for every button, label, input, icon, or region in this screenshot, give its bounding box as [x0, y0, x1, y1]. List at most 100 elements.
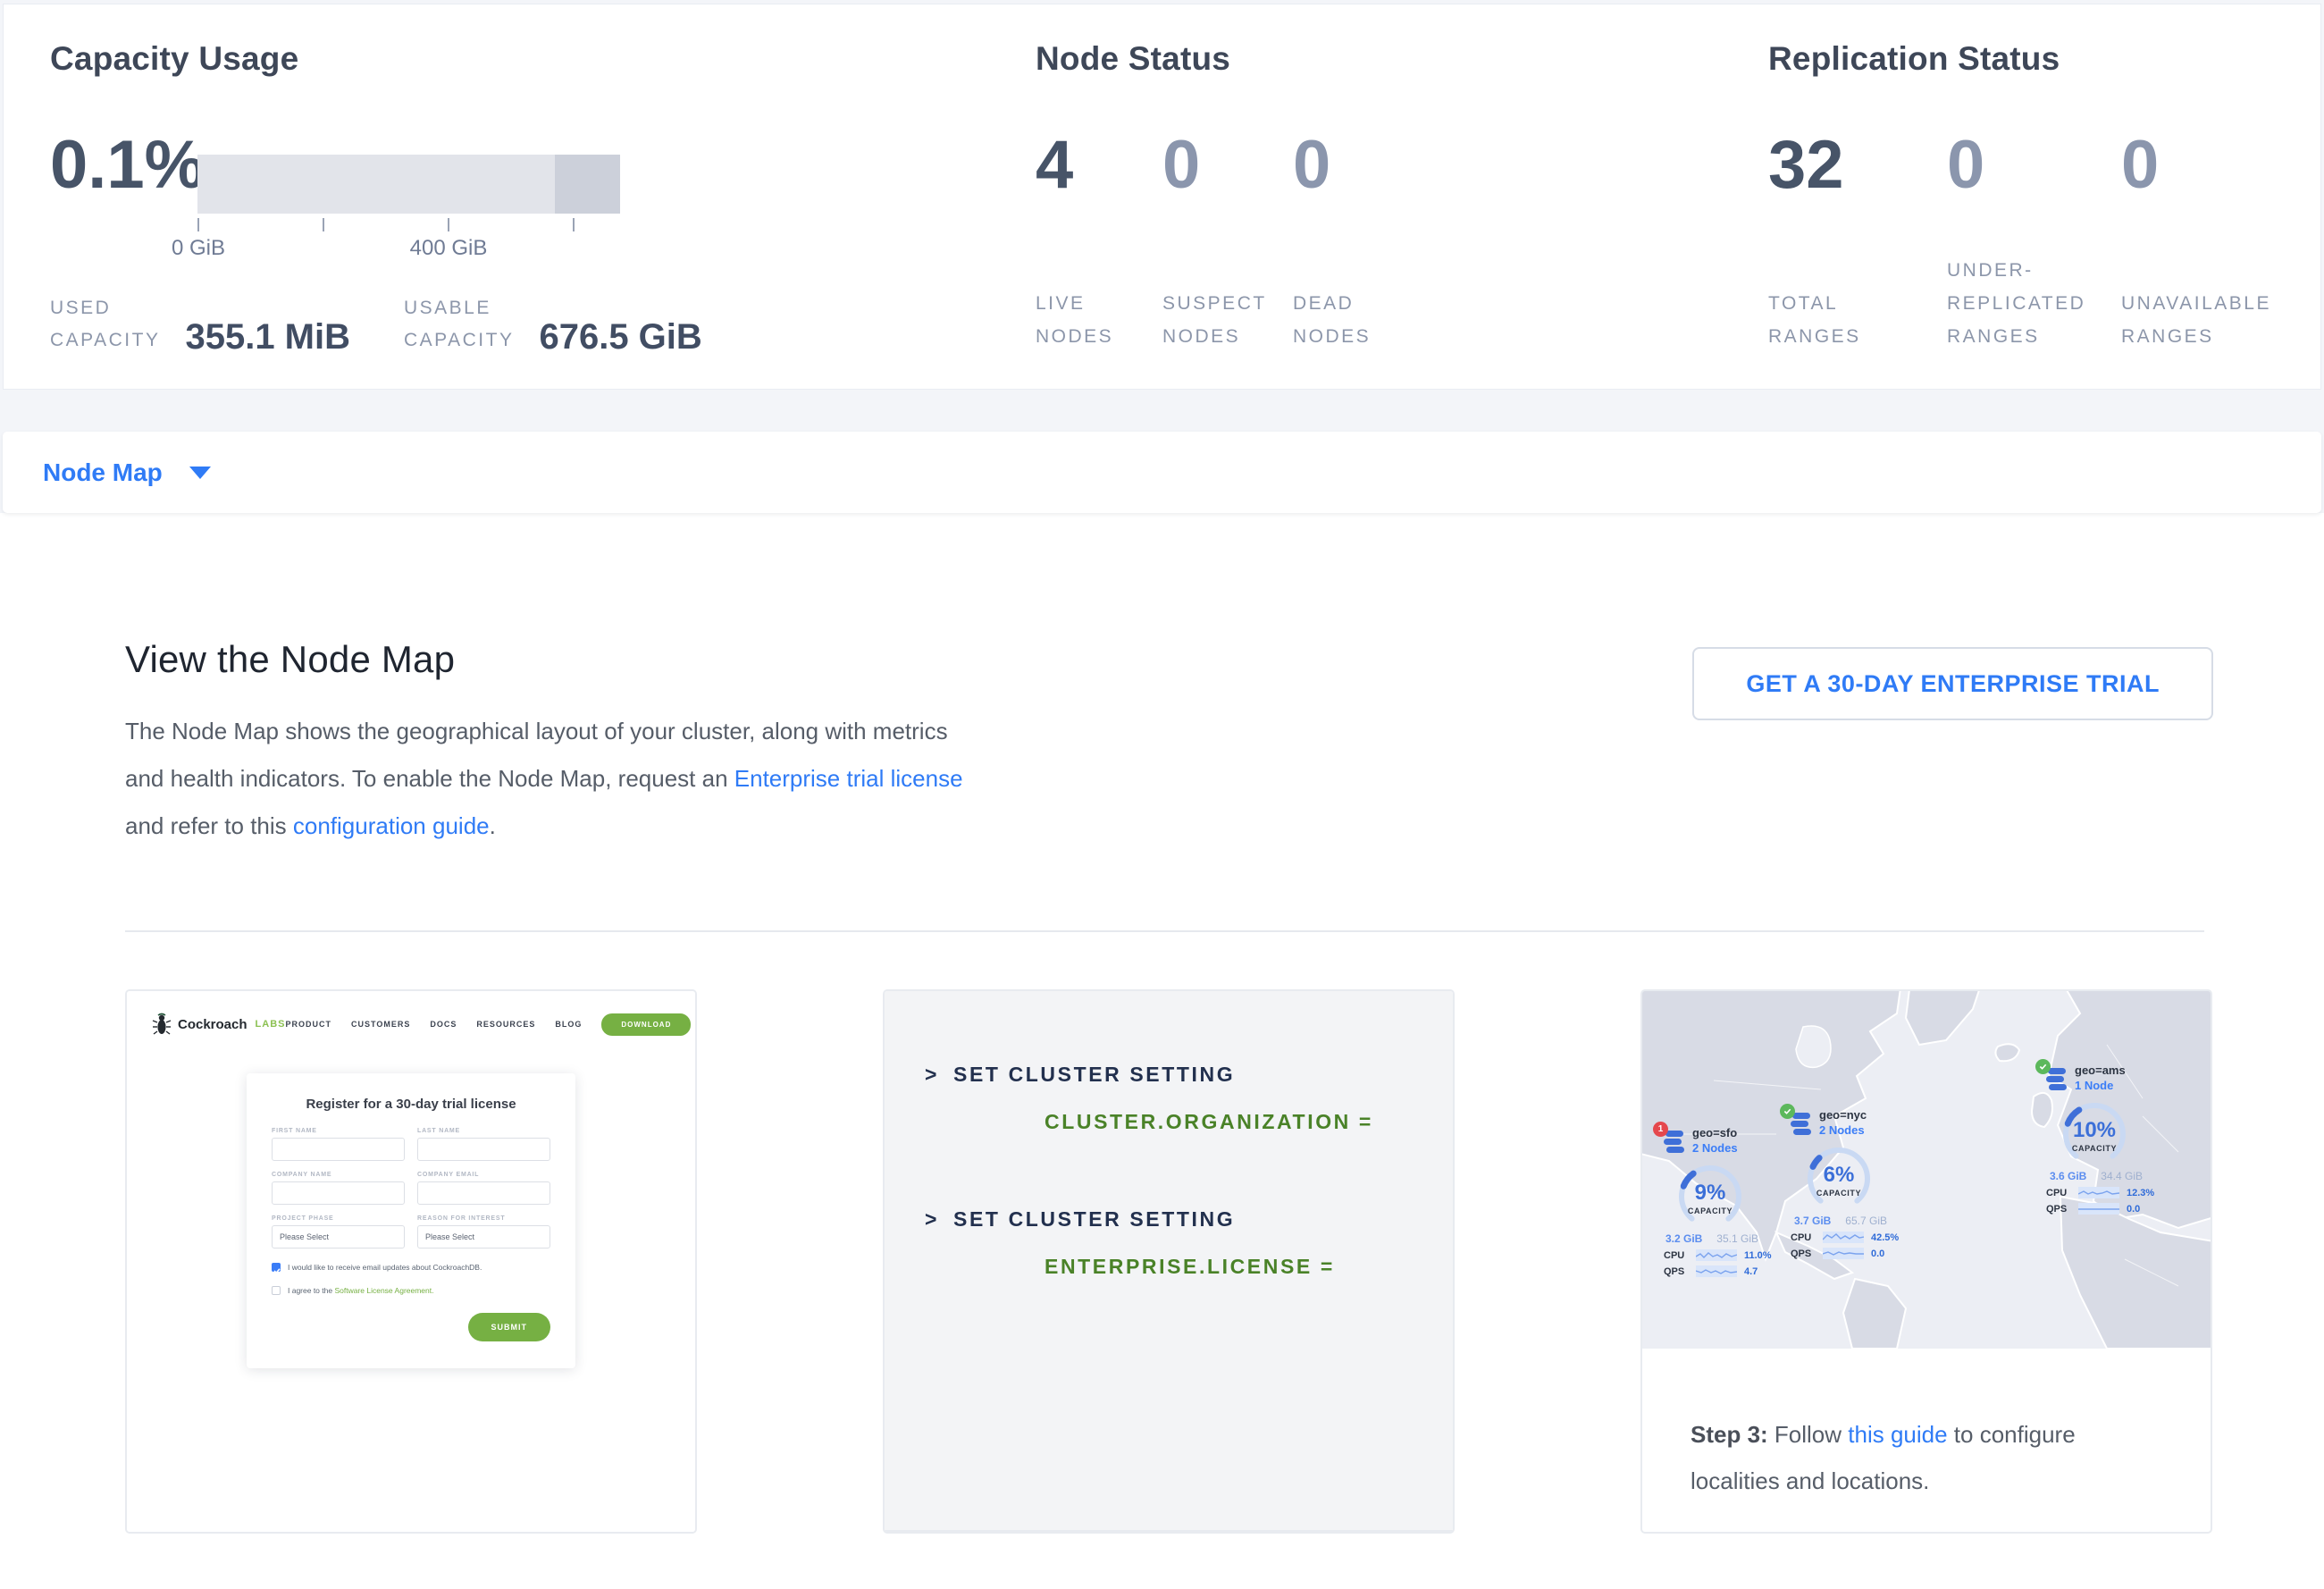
enterprise-trial-license-link[interactable]: Enterprise trial license — [734, 765, 963, 792]
sql-command-1: >SET CLUSTER SETTING — [925, 1063, 1453, 1087]
live-nodes-count: 4 — [1036, 131, 1073, 199]
sfo-name: geo=sfo — [1692, 1125, 1738, 1140]
qps-sparkline — [1823, 1248, 1864, 1259]
nav-customers[interactable]: CUSTOMERS — [351, 1020, 410, 1029]
capacity-percent: 0.1% — [50, 131, 205, 199]
step2-card: >SET CLUSTER SETTING CLUSTER.ORGANIZATIO… — [883, 989, 1455, 1534]
used-capacity-value: 355.1 MiB — [185, 317, 350, 357]
sql-command-2-arg: ENTERPRISE.LICENSE = — [925, 1255, 1453, 1279]
capacity-usage-title: Capacity Usage — [50, 40, 298, 78]
step3-card: 1 geo=sfo 2 Nodes — [1640, 989, 2212, 1534]
under-replicated-ranges-count: 0 — [1947, 131, 1984, 199]
download-button[interactable]: DOWNLOAD — [601, 1013, 691, 1036]
enterprise-trial-button[interactable]: GET A 30-DAY ENTERPRISE TRIAL — [1692, 647, 2213, 720]
project-phase-select[interactable]: Please Select — [272, 1225, 405, 1248]
nav-blog[interactable]: BLOG — [555, 1020, 582, 1029]
replication-status-title: Replication Status — [1768, 40, 2060, 78]
mini-site-header: Cockroach LABS PRODUCT CUSTOMERS DOCS RE… — [127, 991, 695, 1036]
software-license-agreement-link[interactable]: Software License Agreement. — [334, 1286, 433, 1295]
node-map-dropdown[interactable]: Node Map — [43, 458, 211, 487]
last-name-field[interactable] — [417, 1138, 550, 1161]
capacity-meter: 0 GiB 400 GiB — [197, 155, 620, 263]
sfo-node-count[interactable]: 2 Nodes — [1692, 1140, 1738, 1156]
this-guide-link[interactable]: this guide — [1848, 1421, 1947, 1448]
locality-sfo[interactable]: 1 geo=sfo 2 Nodes — [1664, 1125, 1798, 1277]
capacity-bar — [197, 155, 620, 214]
nyc-healthy-badge — [1780, 1104, 1795, 1119]
cpu-sparkline — [2078, 1187, 2119, 1198]
step3-map-preview: 1 geo=sfo 2 Nodes — [1642, 991, 2211, 1349]
email-updates-checkbox[interactable] — [272, 1263, 281, 1272]
section-divider — [125, 930, 2204, 932]
node-status-title: Node Status — [1036, 40, 1230, 78]
company-email-label: COMPANY EMAIL — [417, 1172, 550, 1178]
suspect-nodes-count: 0 — [1162, 131, 1200, 199]
capacity-usage-section: Capacity Usage 0.1% 0 GiB 400 GiB USED C… — [50, 4, 988, 389]
company-email-field[interactable] — [417, 1181, 550, 1205]
locality-nyc[interactable]: geo=nyc 2 Nodes 6% CAPACITY — [1791, 1107, 1925, 1259]
node-map-placeholder-page: View the Node Map The Node Map shows the… — [0, 513, 2324, 1589]
ams-healthy-badge — [2035, 1059, 2051, 1074]
node-status-section: Node Status 4 0 0 LIVENODES SUSPECTNODES… — [1036, 4, 1715, 389]
cockroach-bug-icon — [152, 1013, 172, 1036]
submit-button[interactable]: SUBMIT — [468, 1313, 551, 1341]
ams-capacity-donut: 10% CAPACITY — [2060, 1100, 2128, 1168]
step3-caption: Step 3: Follow this guide to configure l… — [1642, 1349, 2211, 1532]
trial-license-form: Register for a 30-day trial license FIRS… — [247, 1073, 575, 1368]
steps-cards: Cockroach LABS PRODUCT CUSTOMERS DOCS RE… — [125, 989, 2324, 1534]
last-name-label: LAST NAME — [417, 1128, 550, 1134]
under-replicated-ranges-label: UNDER- REPLICATED RANGES — [1947, 254, 2085, 353]
form-title: Register for a 30-day trial license — [272, 1097, 550, 1112]
check-icon — [273, 1266, 281, 1275]
step1-card: Cockroach LABS PRODUCT CUSTOMERS DOCS RE… — [125, 989, 697, 1534]
step2-sql-preview: >SET CLUSTER SETTING CLUSTER.ORGANIZATIO… — [885, 991, 1453, 1532]
node-map-dropdown-label: Node Map — [43, 458, 163, 487]
step1-preview-image: Cockroach LABS PRODUCT CUSTOMERS DOCS RE… — [127, 991, 695, 1532]
capacity-metrics: USED CAPACITY 355.1 MiB USABLE CAPACITY … — [50, 292, 702, 357]
total-ranges-count: 32 — [1768, 131, 1844, 199]
cpu-sparkline — [1823, 1232, 1864, 1243]
qps-sparkline — [1696, 1265, 1737, 1277]
reason-for-interest-select[interactable]: Please Select — [417, 1225, 550, 1248]
sql-command-2: >SET CLUSTER SETTING — [925, 1207, 1453, 1232]
capacity-bar-nonusable-segment — [555, 155, 620, 214]
capacity-tick-label-400: 400 GiB — [410, 236, 488, 261]
ams-name: geo=ams — [2075, 1063, 2126, 1078]
cpu-sparkline — [1696, 1249, 1737, 1261]
configuration-guide-link[interactable]: configuration guide — [293, 812, 490, 839]
database-nodes-icon — [2046, 1068, 2068, 1091]
email-updates-label: I would like to receive email updates ab… — [288, 1263, 482, 1272]
database-nodes-icon — [1664, 1131, 1685, 1154]
unavailable-ranges-label: UNAVAILABLERANGES — [2121, 287, 2271, 353]
sfo-capacity-donut: 9% CAPACITY — [1676, 1163, 1744, 1231]
check-icon — [1783, 1107, 1791, 1115]
dead-nodes-label: DEADNODES — [1293, 287, 1371, 353]
company-name-field[interactable] — [272, 1181, 405, 1205]
page-description: The Node Map shows the geographical layo… — [125, 708, 974, 850]
usable-capacity-value: 676.5 GiB — [539, 317, 701, 357]
capacity-tick-label-0: 0 GiB — [172, 236, 225, 261]
step1-caption: Step 1: Get a trial license delivered st… — [127, 1532, 695, 1534]
total-ranges-label: TOTALRANGES — [1768, 287, 1861, 353]
mini-site-nav: PRODUCT CUSTOMERS DOCS RESOURCES BLOG DO… — [285, 1013, 691, 1036]
ams-node-count[interactable]: 1 Node — [2075, 1078, 2126, 1093]
cluster-summary-panel: Capacity Usage 0.1% 0 GiB 400 GiB USED C… — [3, 4, 2321, 390]
license-agreement-checkbox[interactable] — [272, 1286, 281, 1295]
nav-resources[interactable]: RESOURCES — [476, 1020, 535, 1029]
qps-sparkline — [2078, 1203, 2119, 1215]
nyc-node-count[interactable]: 2 Nodes — [1819, 1122, 1867, 1138]
live-nodes-label: LIVENODES — [1036, 287, 1113, 353]
sql-command-1-arg: CLUSTER.ORGANIZATION = — [925, 1110, 1453, 1134]
dead-nodes-count: 0 — [1293, 131, 1330, 199]
check-icon — [2039, 1063, 2047, 1071]
nav-docs[interactable]: DOCS — [430, 1020, 457, 1029]
unavailable-ranges-count: 0 — [2121, 131, 2159, 199]
usable-capacity-metric: USABLE CAPACITY 676.5 GiB — [404, 292, 702, 357]
nav-product[interactable]: PRODUCT — [285, 1020, 331, 1029]
replication-status-section: Replication Status 32 0 0 TOTALRANGES UN… — [1768, 4, 2304, 389]
locality-ams[interactable]: geo=ams 1 Node 10% CAPACITY — [2046, 1063, 2180, 1215]
step2-caption: Step 2: Activate the trial license with … — [885, 1532, 1453, 1534]
first-name-label: FIRST NAME — [272, 1128, 405, 1134]
view-selector-bar: Node Map — [3, 432, 2321, 513]
first-name-field[interactable] — [272, 1138, 405, 1161]
